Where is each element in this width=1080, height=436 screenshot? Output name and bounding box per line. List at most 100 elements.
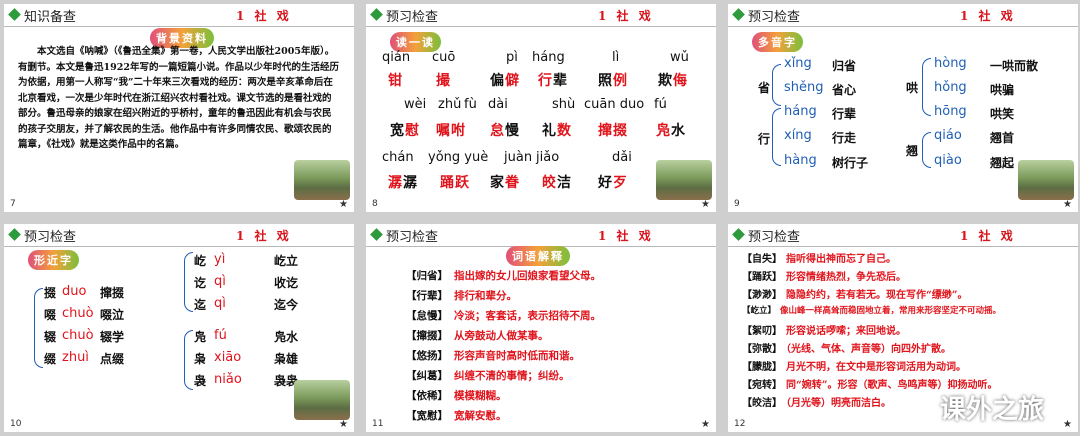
hanzi: 歹 xyxy=(613,175,627,191)
term-row: 【归省】 指出嫁的女儿回娘家看望父母。 xyxy=(406,270,601,282)
badge: 多音字 xyxy=(752,32,803,52)
char: 辍 xyxy=(44,330,57,344)
word: 树行子 xyxy=(832,156,869,170)
word: 哄骗 xyxy=(990,83,1015,97)
brace xyxy=(772,108,781,166)
hanzi: 踊 xyxy=(440,175,454,191)
hanzi: 潺 xyxy=(403,175,417,191)
char: 讫 xyxy=(194,276,207,290)
word: 迄今 xyxy=(274,298,299,312)
pinyin: lì xyxy=(612,50,620,65)
hanzi: 嘱 xyxy=(436,123,450,139)
hanzi: 钳 xyxy=(388,73,402,89)
pinyin: qiáo xyxy=(934,128,962,143)
char: 袅 xyxy=(194,374,207,388)
word: 凫水 xyxy=(274,330,299,344)
brace xyxy=(772,64,781,106)
section-title: 知识备查 xyxy=(24,10,77,25)
term-row: 【行辈】 排行和辈分。 xyxy=(406,290,517,302)
word: 屹立 xyxy=(274,254,299,268)
lesson-title: 1 社 戏 xyxy=(598,229,654,243)
hanzi: 怠 xyxy=(490,123,504,139)
section-title: 预习检查 xyxy=(386,230,439,245)
word: 翘起 xyxy=(990,156,1015,170)
char: 掇 xyxy=(44,286,57,300)
pinyin: juàn xyxy=(504,150,533,165)
hanzi: 宽 xyxy=(390,123,404,139)
slide-header: 预习检查 1 社 戏 xyxy=(366,224,716,247)
pinyin: xiāo xyxy=(214,350,242,365)
lesson-title: 1 社 戏 xyxy=(960,9,1016,23)
word: 收讫 xyxy=(274,276,299,290)
pinyin: xíng xyxy=(784,128,812,143)
term-row: 【宽慰】 宽解安慰。 xyxy=(406,410,507,422)
term-row: 【纠葛】 纠缠不清的事情；纠纷。 xyxy=(406,370,570,382)
pinyin: cuō xyxy=(432,50,456,65)
pinyin: chán xyxy=(382,150,414,165)
hanzi: 撺 xyxy=(598,123,612,139)
star-icon[interactable]: ★ xyxy=(701,199,710,210)
polyphone-char: 省 xyxy=(758,81,771,95)
section-title: 预习检查 xyxy=(748,230,801,245)
word: 啜泣 xyxy=(100,308,125,322)
pinyin: wǔ xyxy=(670,50,689,65)
brace xyxy=(184,330,193,390)
brace xyxy=(922,132,931,168)
hanzi: 僻 xyxy=(505,73,519,89)
diamond-icon xyxy=(370,8,383,21)
hanzi: 辈 xyxy=(553,73,567,89)
polyphone-char: 翘 xyxy=(906,144,919,158)
term-row: 【渺渺】 隐隐约约，若有若无。现在写作“缥缈”。 xyxy=(742,290,968,301)
hanzi: 掇 xyxy=(613,123,627,139)
slide-9[interactable]: 预习检查 1 社 戏 多音字 省 xǐng 归省 shěng 省心 行 háng… xyxy=(728,4,1078,212)
slide-header: 预习检查 1 社 戏 xyxy=(728,224,1078,247)
slide-7[interactable]: 知识备查 1 社 戏 背景资料 本文选自《呐喊》（《鲁迅全集》第一卷，人民文学出… xyxy=(4,4,354,212)
word: 行辈 xyxy=(832,107,857,121)
wechat-icon xyxy=(904,393,936,421)
star-icon[interactable]: ★ xyxy=(1063,199,1072,210)
pinyin: háng xyxy=(532,50,565,65)
polyphone-char: 行 xyxy=(758,132,771,146)
term-row: 【怠慢】 冷淡；客套话，表示招待不周。 xyxy=(406,310,601,322)
scene-thumbnail xyxy=(656,160,712,200)
hanzi: 跃 xyxy=(455,175,469,191)
hanzi: 皎 xyxy=(542,175,556,191)
star-icon[interactable]: ★ xyxy=(701,419,710,430)
lesson-title: 1 社 戏 xyxy=(960,229,1016,243)
slide-11[interactable]: 预习检查 1 社 戏 词语解释 【归省】 指出嫁的女儿回娘家看望父母。 【行辈】排… xyxy=(366,224,716,432)
slide-header: 预习检查 1 社 戏 xyxy=(366,4,716,27)
slide-number: 8 xyxy=(372,199,378,209)
body-text: 本文选自《呐喊》（《鲁迅全集》第一卷，人民文学出版社2005年版）。有删节。本文… xyxy=(18,46,339,150)
lesson-title: 1 社 戏 xyxy=(236,229,292,243)
pinyin: zhuì xyxy=(62,350,89,365)
pinyin: qián xyxy=(382,50,411,65)
badge: 形近字 xyxy=(28,250,79,270)
hanzi: 家 xyxy=(490,175,504,191)
char: 缀 xyxy=(44,352,57,366)
term-row: 【屹立】 像山峰一样高耸而稳固地立着，常用来形容坚定不可动摇。 xyxy=(742,306,1002,316)
hanzi: 咐 xyxy=(451,123,465,139)
badge: 词语解释 xyxy=(506,246,570,266)
hanzi: 眷 xyxy=(505,175,519,191)
pinyin: jiǎo xyxy=(536,150,560,165)
badge: 读一读 xyxy=(390,32,441,52)
pinyin: dài xyxy=(488,97,508,112)
scene-thumbnail xyxy=(1018,160,1074,200)
pinyin: cuān duo xyxy=(584,97,645,112)
char: 迄 xyxy=(194,298,207,312)
hanzi: 欺 xyxy=(658,73,672,89)
hanzi: 凫 xyxy=(656,123,670,139)
star-icon[interactable]: ★ xyxy=(339,419,348,430)
hanzi: 洁 xyxy=(557,175,571,191)
term-row: 【絮叨】 形容说话啰嗦；来回地说。 xyxy=(742,326,906,337)
pinyin: qì xyxy=(214,274,226,289)
pinyin: chuò xyxy=(62,306,94,321)
char: 屹 xyxy=(194,254,207,268)
pinyin: fú xyxy=(214,328,227,343)
pinyin: qì xyxy=(214,296,226,311)
hanzi: 礼 xyxy=(542,123,556,139)
slide-10[interactable]: 预习检查 1 社 戏 形近字 掇 duo 撺掇 啜 chuò 啜泣 辍 chuò… xyxy=(4,224,354,432)
slide-8[interactable]: 预习检查 1 社 戏 读一读 qián cuō pì háng lì wǔ 钳 … xyxy=(366,4,716,212)
star-icon[interactable]: ★ xyxy=(339,199,348,210)
pinyin: shěng xyxy=(784,80,824,95)
